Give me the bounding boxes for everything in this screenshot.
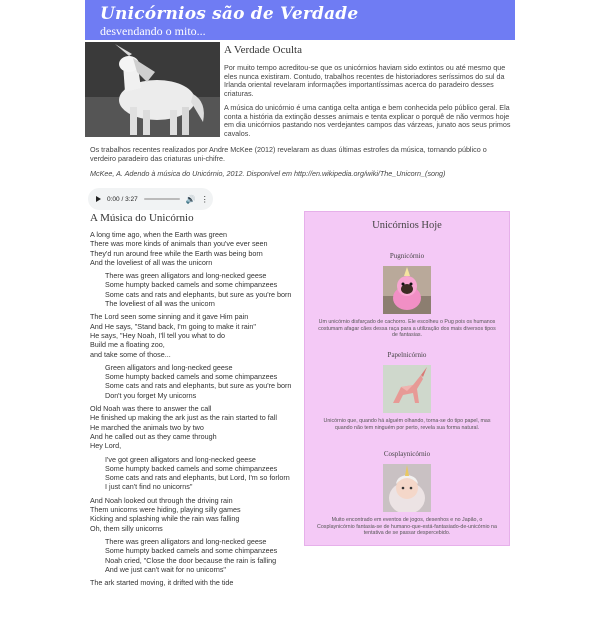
lyric-line: They'd run around free while the Earth w… — [90, 248, 263, 258]
lyric-line: There was green alligators and long-neck… — [105, 271, 267, 281]
verse-stanza: The ark started moving, it drifted with … — [90, 578, 300, 587]
lyric-line: and take some of those... — [90, 349, 171, 359]
lyric-line: And the loveliest of all was the unicorn — [90, 257, 213, 267]
lyric-line: And he called out as they came through — [90, 431, 217, 441]
unicorn-illustration — [85, 42, 220, 137]
verse-stanza: The Lord seen some sinning and it gave H… — [90, 312, 300, 358]
reference-citation: McKee, A. Adendo à música do Unicórnio, … — [90, 169, 446, 178]
volume-icon[interactable]: 🔊 — [186, 195, 196, 204]
chorus-stanza: There was green alligators and long-neck… — [90, 271, 300, 308]
lyric-line: And He says, "Stand back, I'm going to m… — [90, 321, 256, 331]
card-description: Um unicórnio disfarçado de cachorro. Ele… — [318, 319, 496, 339]
lyric-line: Noah cried, "Close the door because the … — [105, 555, 277, 565]
audio-time: 0:00 / 3:27 — [107, 195, 138, 203]
lyric-line: A long time ago, when the Earth was gree… — [90, 230, 228, 239]
lyric-line: Some humpty backed camels and some chimp… — [105, 280, 278, 290]
play-icon[interactable] — [96, 196, 101, 202]
unicorn-photo — [85, 42, 220, 137]
cosplay-photo — [383, 464, 431, 512]
lyrics: A long time ago, when the Earth was gree… — [90, 230, 300, 591]
card-pugnicornio: Pugnicórnio Um unicórnio disfarçado de c… — [305, 252, 509, 339]
lyric-line: Some humpty backed camels and some chimp… — [105, 546, 278, 556]
intro-paragraph-1: Por muito tempo acreditou-se que os unic… — [224, 63, 506, 98]
card-papelnicornio: Papelnicórnio Unicórnio que, quando há a… — [305, 351, 509, 431]
origami-photo — [383, 365, 431, 413]
lyric-line: And we just can't wait for no unicorns" — [105, 564, 226, 574]
verse-stanza: A long time ago, when the Earth was gree… — [90, 230, 300, 267]
audio-player[interactable]: 0:00 / 3:27 🔊 ⋮ — [88, 188, 213, 210]
chorus-stanza: There was green alligators and long-neck… — [90, 537, 300, 574]
cosplay-unicorn-icon — [383, 464, 431, 512]
verse-stanza: Old Noah was there to answer the call He … — [90, 404, 300, 450]
lyric-line: Don't you forget My unicorns — [105, 390, 197, 400]
card-description: Muito encontrado em eventos de jogos, de… — [317, 517, 497, 537]
lyric-line: There was more kinds of animals than you… — [90, 239, 268, 249]
lyric-line: Old Noah was there to answer the call — [90, 404, 212, 414]
site-title: Unicórnios são de Verdade — [100, 4, 359, 24]
intro-heading: A Verdade Oculta — [224, 44, 302, 56]
card-title: Pugnicórnio — [389, 252, 425, 260]
chorus-stanza: Green alligators and long-necked geese So… — [90, 363, 300, 400]
music-heading: A Música do Unicórnio — [90, 212, 194, 224]
lyric-line: Oh, them silly unicorns — [90, 523, 163, 533]
lyric-line: Green alligators and long-necked geese — [105, 362, 233, 372]
verse-stanza: And Noah looked out through the driving … — [90, 496, 300, 533]
lyric-line: I've got green alligators and long-necke… — [105, 454, 256, 464]
card-title: Papelnicórnio — [387, 351, 427, 359]
lyric-line: He finished up making the ark just as th… — [90, 413, 277, 423]
lyric-line: And Noah looked out through the driving … — [90, 495, 233, 505]
lyric-line: Build me a floating zoo, — [90, 340, 165, 350]
page-header: Unicórnios são de Verdade desvendando o … — [85, 0, 515, 40]
lyric-line: Kicking and splashing while the rain was… — [90, 514, 240, 524]
lyric-line: Some cats and rats and elephants, but Lo… — [105, 473, 290, 483]
lyric-line: Them unicorns were hiding, playing silly… — [90, 505, 241, 515]
card-description: Unicórnio que, quando há alguém olhando,… — [323, 418, 491, 431]
lyric-line: Some cats and rats and elephants, but su… — [105, 289, 292, 299]
lyric-line: The Lord seen some sinning and it gave H… — [90, 312, 249, 322]
pug-photo — [383, 266, 431, 314]
lyric-line: Some cats and rats and elephants, but su… — [105, 381, 292, 391]
lyric-line: Some humpty backed camels and some chimp… — [105, 372, 278, 382]
lyric-line: The loveliest of all was the unicorn — [105, 299, 215, 309]
lyric-line: The ark started moving, it drifted with … — [90, 578, 234, 588]
card-title: Cosplaynicórnio — [383, 450, 431, 458]
more-options-icon[interactable]: ⋮ — [201, 195, 209, 204]
pug-icon — [383, 266, 431, 314]
chorus-stanza: I've got green alligators and long-necke… — [90, 455, 300, 492]
sidebar-title: Unicórnios Hoje — [372, 220, 442, 231]
lyric-line: He says, "Hey Noah, I'll tell you what t… — [90, 330, 225, 340]
lyric-line: Some humpty backed camels and some chimp… — [105, 463, 278, 473]
intro-paragraph-2: A música do unicórnio é uma cantiga celt… — [224, 103, 511, 138]
card-cosplaynicornio: Cosplaynicórnio Muito encontrado em even… — [305, 450, 509, 537]
intro-paragraph-3: Os trabalhos recentes realizados por And… — [90, 145, 487, 163]
lyric-line: He marched the animals two by two — [90, 422, 204, 432]
lyric-line: Hey Lord, — [90, 441, 122, 451]
site-subtitle: desvendando o mito... — [100, 24, 206, 38]
lyric-line: There was green alligators and long-neck… — [105, 536, 267, 546]
lyric-line: I just can't find no unicorns" — [105, 482, 193, 492]
audio-progress-track[interactable] — [143, 198, 180, 200]
origami-unicorn-icon — [383, 365, 431, 413]
sidebar: Unicórnios Hoje Pugnicórnio Um unicórnio… — [304, 211, 510, 546]
